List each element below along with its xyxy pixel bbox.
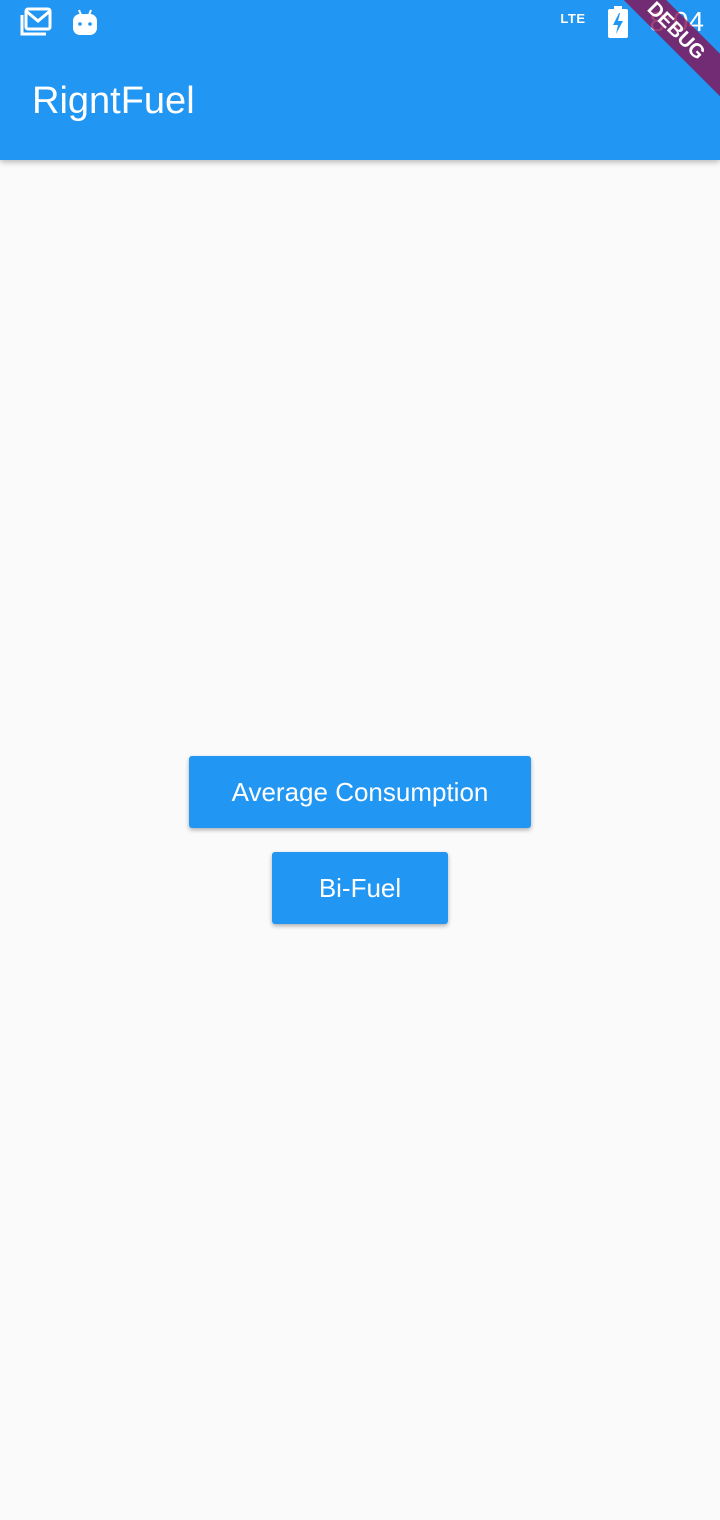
lte-indicator: LTE xyxy=(560,10,586,26)
mail-icon xyxy=(20,7,52,37)
main-content: Average Consumption Bi-Fuel xyxy=(0,160,720,1520)
status-bar: LTE 8:04 xyxy=(0,0,720,48)
app-title: RigntFuel xyxy=(32,80,195,122)
average-consumption-button-label: Average Consumption xyxy=(231,776,489,807)
bi-fuel-button[interactable]: Bi-Fuel xyxy=(272,852,448,924)
bi-fuel-button-label: Bi-Fuel xyxy=(318,872,402,903)
android-icon xyxy=(72,7,98,37)
battery-charging-icon xyxy=(607,6,628,38)
app-bar: LTE 8:04 RigntFuel xyxy=(0,0,720,160)
average-consumption-button[interactable]: Average Consumption xyxy=(189,756,531,828)
